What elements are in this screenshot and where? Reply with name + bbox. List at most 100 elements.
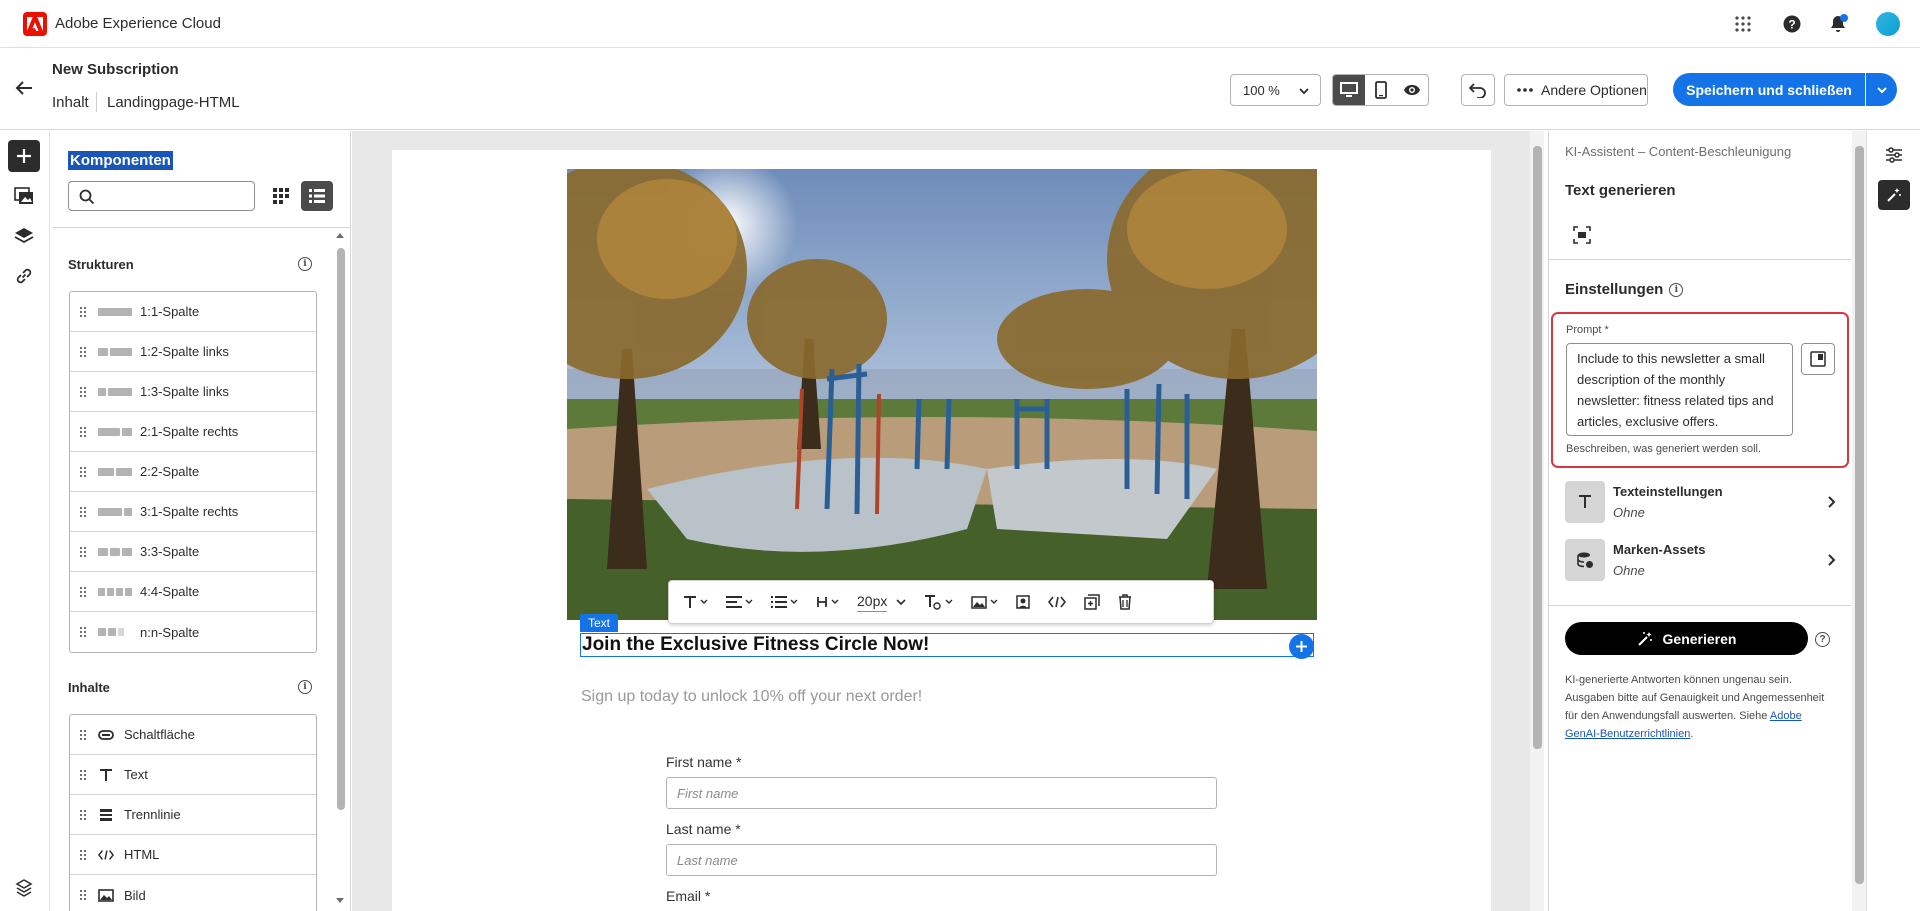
text-settings-row[interactable]: Texteinstellungen Ohne: [1565, 481, 1837, 523]
info-icon[interactable]: i: [1669, 282, 1684, 297]
drag-handle-icon[interactable]: [80, 586, 86, 597]
drag-handle-icon[interactable]: [80, 890, 86, 900]
zoom-select[interactable]: 100 %: [1230, 74, 1321, 106]
panel-divider: [1549, 605, 1851, 606]
landing-subtitle[interactable]: Sign up today to unlock 10% off your nex…: [581, 688, 922, 706]
duplicate-icon[interactable]: [1084, 594, 1101, 610]
grid-view-icon[interactable]: [268, 183, 294, 209]
asset-icon[interactable]: [1016, 595, 1031, 609]
drag-handle-icon[interactable]: [80, 506, 86, 517]
content-item[interactable]: HTML: [70, 835, 316, 875]
drag-handle-icon[interactable]: [80, 849, 86, 860]
structure-item[interactable]: 1:3-Spalte links: [70, 372, 316, 412]
font-size-select[interactable]: 20px: [857, 593, 906, 612]
breadcrumb-landingpage[interactable]: Landingpage-HTML: [107, 94, 240, 111]
properties-sliders-icon[interactable]: [1878, 141, 1910, 169]
drag-handle-icon[interactable]: [80, 466, 86, 477]
align-icon[interactable]: [726, 596, 753, 608]
button-icon: [98, 729, 114, 740]
landing-headline[interactable]: Join the Exclusive Fitness Circle Now!: [582, 634, 929, 656]
drag-handle-icon[interactable]: [80, 809, 86, 820]
structure-item[interactable]: 2:1-Spalte rechts: [70, 412, 316, 452]
content-item[interactable]: Text: [70, 755, 316, 795]
ai-assistant-icon[interactable]: [1878, 180, 1910, 210]
list-view-icon[interactable]: [301, 181, 333, 211]
brand-assets-row[interactable]: Marken-Assets Ohne: [1565, 539, 1837, 581]
breadcrumb-content[interactable]: Inhalt: [52, 94, 89, 111]
brand-assets-value: Ohne: [1613, 563, 1645, 578]
insert-image-icon[interactable]: [971, 595, 998, 609]
last-name-field[interactable]: Last name: [666, 844, 1217, 876]
drag-handle-icon[interactable]: [80, 769, 86, 780]
list-format-icon[interactable]: [771, 596, 798, 608]
info-icon[interactable]: i: [298, 257, 312, 271]
column-layout-icon: [98, 628, 132, 636]
structure-item[interactable]: 1:2-Spalte links: [70, 332, 316, 372]
code-icon[interactable]: [1048, 596, 1067, 608]
text-formatting-toolbar: 20px: [668, 580, 1214, 624]
help-icon[interactable]: ?: [1815, 632, 1830, 647]
layers-bottom-icon[interactable]: [8, 872, 40, 904]
drag-handle-icon[interactable]: [80, 306, 86, 317]
structure-item[interactable]: 3:1-Spalte rechts: [70, 492, 316, 532]
structure-item[interactable]: 3:3-Spalte: [70, 532, 316, 572]
content-item[interactable]: Schaltfläche: [70, 715, 316, 755]
drag-handle-icon[interactable]: [80, 546, 86, 557]
prompt-textarea[interactable]: Include to this newsletter a small descr…: [1566, 343, 1793, 436]
desktop-view-icon[interactable]: [1333, 75, 1365, 105]
undo-button[interactable]: [1461, 74, 1495, 106]
drag-handle-icon[interactable]: [80, 386, 86, 397]
assets-icon[interactable]: [8, 180, 40, 212]
ai-panel-scrollbar-thumb[interactable]: [1855, 146, 1864, 884]
delete-trash-icon[interactable]: [1118, 594, 1132, 610]
components-title: Komponenten: [68, 151, 173, 170]
content-item[interactable]: Trennlinie: [70, 795, 316, 835]
component-search-input[interactable]: [68, 181, 255, 211]
preview-eye-icon[interactable]: [1396, 75, 1428, 105]
save-and-close-button[interactable]: Speichern und schließen: [1673, 73, 1865, 106]
first-name-field[interactable]: First name: [666, 777, 1217, 809]
drag-handle-icon[interactable]: [80, 426, 86, 437]
add-components-icon[interactable]: [8, 140, 40, 172]
chevron-right-icon: [1828, 554, 1836, 566]
drag-handle-icon[interactable]: [80, 627, 86, 637]
column-layout-icon: [98, 427, 132, 436]
generate-button[interactable]: Generieren: [1565, 622, 1808, 655]
prompt-library-icon: [1810, 351, 1826, 367]
layers-icon[interactable]: [8, 220, 40, 252]
add-block-icon[interactable]: [1289, 634, 1314, 659]
link-icon[interactable]: [8, 260, 40, 292]
more-options-button[interactable]: Andere Optionen: [1504, 74, 1648, 106]
more-options-label: Andere Optionen: [1541, 82, 1647, 98]
panel-divider: [52, 227, 350, 228]
text-style-icon[interactable]: [683, 595, 708, 609]
svg-text:?: ?: [1788, 18, 1795, 32]
undo-icon: [1469, 83, 1486, 98]
structure-item[interactable]: n:n-Spalte: [70, 612, 316, 652]
structure-label: n:n-Spalte: [140, 624, 200, 640]
mobile-view-icon[interactable]: [1365, 75, 1397, 105]
hero-image[interactable]: [567, 169, 1317, 620]
structure-label: 2:1-Spalte rechts: [140, 424, 239, 439]
drag-handle-icon[interactable]: [80, 346, 86, 357]
notifications-bell-icon[interactable]: [1826, 12, 1850, 36]
user-avatar[interactable]: [1876, 12, 1900, 36]
structure-item[interactable]: 4:4-Spalte: [70, 572, 316, 612]
drag-handle-icon[interactable]: [80, 729, 86, 740]
font-size-value: 20px: [857, 593, 888, 612]
prompt-library-button[interactable]: [1801, 343, 1835, 375]
content-item[interactable]: Bild: [70, 875, 316, 911]
back-arrow-icon[interactable]: [12, 76, 36, 100]
heading-icon[interactable]: [816, 596, 839, 608]
apps-grid-icon[interactable]: [1731, 12, 1755, 36]
select-area-icon[interactable]: [1573, 226, 1593, 246]
canvas-scrollbar-thumb[interactable]: [1533, 146, 1542, 749]
panel-scrollbar-thumb[interactable]: [337, 248, 345, 810]
structure-item[interactable]: 1:1-Spalte: [70, 292, 316, 332]
adobe-logo-icon[interactable]: [23, 12, 47, 36]
structure-item[interactable]: 2:2-Spalte: [70, 452, 316, 492]
info-icon[interactable]: i: [298, 680, 312, 694]
help-icon[interactable]: ?: [1780, 12, 1804, 36]
chevron-right-icon: [1828, 496, 1836, 508]
text-color-icon[interactable]: [924, 594, 953, 610]
